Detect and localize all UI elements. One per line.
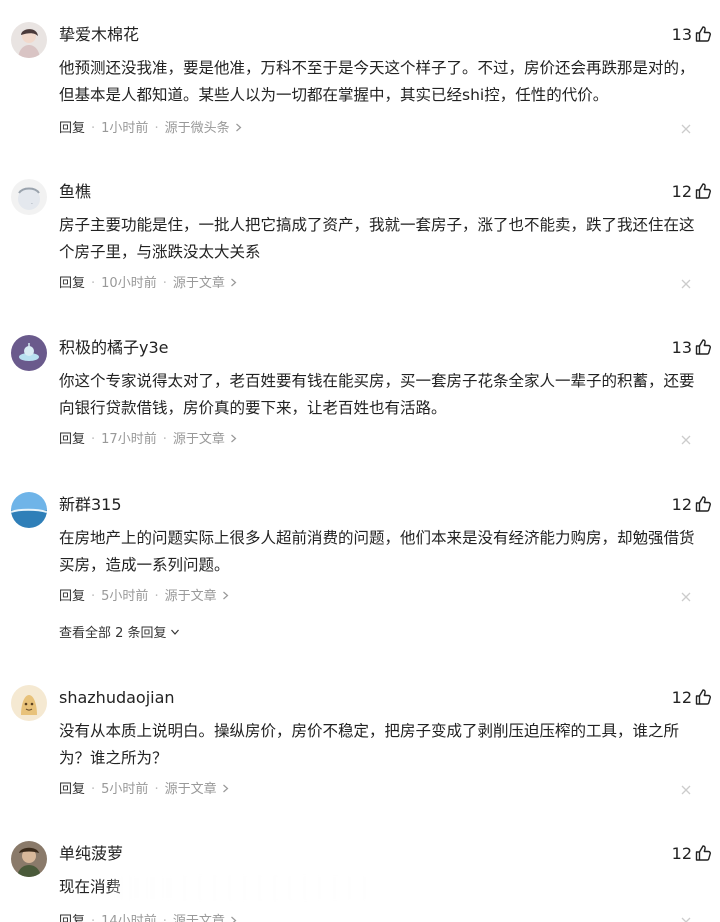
comment-meta: 回复 · 10小时前 · 源于文章 (59, 274, 238, 294)
comment-meta: 回复 · 17小时前 · 源于文章 (59, 430, 238, 450)
separator-dot: · (91, 782, 96, 797)
like-count[interactable]: 12 (672, 686, 692, 710)
chevron-down-icon (170, 624, 180, 635)
username[interactable]: 鱼樵 (59, 180, 91, 204)
close-icon[interactable] (680, 123, 692, 135)
separator-dot: · (162, 276, 167, 291)
comment-meta: 回复 · 14小时前 · 源于文章 (59, 912, 238, 922)
chevron-right-icon (229, 912, 238, 922)
view-all-replies[interactable]: 查看全部 2 条回复 (59, 624, 180, 644)
source-link[interactable]: 源于微头条 (165, 121, 230, 136)
separator-dot: · (91, 432, 96, 447)
comment-time: 1小时前 (101, 121, 149, 136)
source-link[interactable]: 源于文章 (165, 782, 217, 797)
reply-button[interactable]: 回复 (59, 914, 85, 922)
reply-button[interactable]: 回复 (59, 121, 85, 136)
separator-dot: · (154, 589, 159, 604)
close-icon[interactable] (680, 591, 692, 603)
comment-meta: 回复 · 5小时前 · 源于文章 (59, 780, 230, 800)
close-icon[interactable] (680, 278, 692, 290)
username[interactable]: shazhudaojian (59, 686, 175, 710)
separator-dot: · (154, 121, 159, 136)
source-link[interactable]: 源于文章 (173, 432, 225, 447)
comment-time: 14小时前 (101, 914, 157, 922)
reply-button[interactable]: 回复 (59, 782, 85, 797)
thumbs-up-icon[interactable] (694, 182, 712, 200)
comment-time: 5小时前 (101, 589, 149, 604)
source-link[interactable]: 源于文章 (173, 276, 225, 291)
comment-time: 17小时前 (101, 432, 157, 447)
separator-dot: · (91, 914, 96, 922)
chevron-right-icon (229, 274, 238, 287)
username[interactable]: 新群315 (59, 493, 122, 517)
source-link[interactable]: 源于文章 (165, 589, 217, 604)
reply-button[interactable]: 回复 (59, 432, 85, 447)
avatar[interactable] (11, 685, 47, 721)
username[interactable]: 积极的橘子y3e (59, 336, 169, 360)
thumbs-up-icon[interactable] (694, 338, 712, 356)
source-link[interactable]: 源于文章 (173, 914, 225, 922)
chevron-right-icon (221, 587, 230, 600)
comment-text: 你这个专家说得太对了，老百姓要有钱在能买房，买一套房子花条全家人一辈子的积蓄，还… (59, 372, 695, 417)
svg-text:.: . (31, 199, 33, 206)
username[interactable]: 单纯菠萝 (59, 842, 123, 866)
reply-button[interactable]: 回复 (59, 589, 85, 604)
comment-time: 10小时前 (101, 276, 157, 291)
like-count[interactable]: 12 (672, 180, 692, 204)
close-icon[interactable] (680, 434, 692, 446)
comment-text: 房子主要功能是住，一批人把它搞成了资产，我就一套房子，涨了也不能卖，跌了我还住在… (59, 216, 695, 261)
chevron-right-icon (229, 430, 238, 443)
comment-text: 在房地产上的问题实际上很多人超前消费的问题，他们本来是没有经济能力购房，却勉强借… (59, 529, 695, 574)
close-icon[interactable] (680, 784, 692, 796)
thumbs-up-icon[interactable] (694, 25, 712, 43)
comment-time: 5小时前 (101, 782, 149, 797)
avatar[interactable] (11, 335, 47, 371)
close-icon[interactable] (680, 916, 692, 922)
view-all-label: 查看全部 2 条回复 (59, 626, 167, 641)
thumbs-up-icon[interactable] (694, 495, 712, 513)
fade-overlay (111, 875, 371, 901)
comment-text: 没有从本质上说明白。操纵房价，房价不稳定，把房子变成了剥削压迫压榨的工具，谁之所… (59, 722, 680, 767)
like-count[interactable]: 12 (672, 842, 692, 866)
separator-dot: · (162, 914, 167, 922)
like-count[interactable]: 13 (672, 336, 692, 360)
comment-text: 他预测还没我准，要是他准，万科不至于是今天这个样子了。不过，房价还会再跌那是对的… (59, 59, 695, 104)
separator-dot: · (91, 276, 96, 291)
chevron-right-icon (221, 780, 230, 793)
separator-dot: · (91, 121, 96, 136)
comment-meta: 回复 · 5小时前 · 源于文章 (59, 587, 230, 607)
thumbs-up-icon[interactable] (694, 688, 712, 706)
avatar[interactable] (11, 22, 47, 58)
separator-dot: · (154, 782, 159, 797)
chevron-right-icon (234, 119, 243, 132)
avatar[interactable]: . (11, 179, 47, 215)
avatar[interactable] (11, 492, 47, 528)
like-count[interactable]: 12 (672, 493, 692, 517)
like-count[interactable]: 13 (672, 23, 692, 47)
avatar[interactable] (11, 841, 47, 877)
separator-dot: · (162, 432, 167, 447)
comment-meta: 回复 · 1小时前 · 源于微头条 (59, 119, 243, 139)
username[interactable]: 挚爱木棉花 (59, 23, 139, 47)
reply-button[interactable]: 回复 (59, 276, 85, 291)
separator-dot: · (91, 589, 96, 604)
thumbs-up-icon[interactable] (694, 844, 712, 862)
